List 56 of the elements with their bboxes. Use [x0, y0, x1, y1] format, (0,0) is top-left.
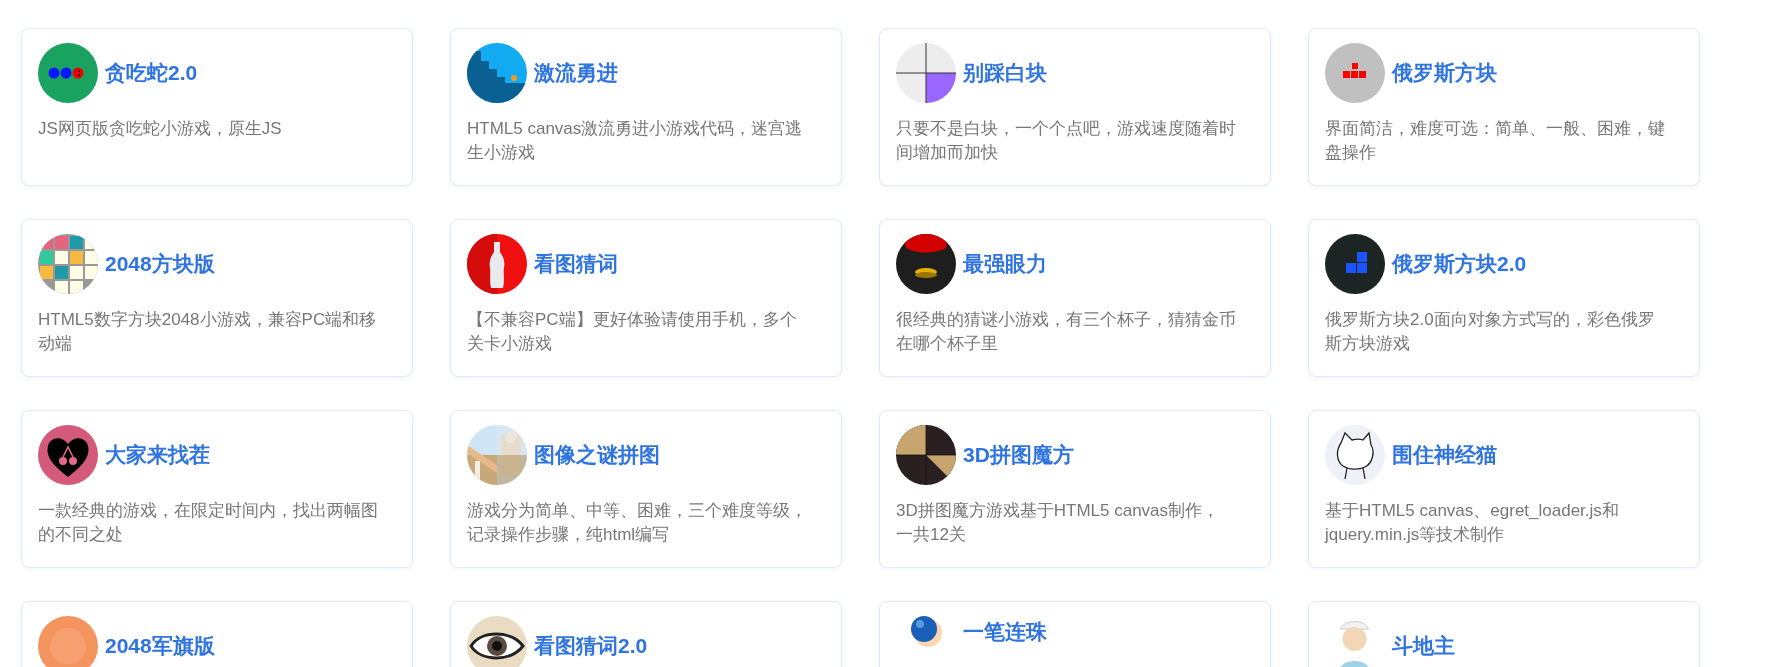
game-description: 游戏分为简单、中等、困难，三个难度等级，记录操作步骤，纯html编写	[467, 500, 807, 546]
badge-icon	[38, 616, 98, 667]
snake-icon	[38, 43, 98, 103]
game-title[interactable]: 看图猜词2.0	[534, 632, 648, 660]
eye-icon	[467, 616, 527, 667]
game-title[interactable]: 图像之谜拼图	[534, 441, 660, 469]
game-title[interactable]: 俄罗斯方块2.0	[1392, 250, 1527, 278]
game-title[interactable]: 3D拼图魔方	[963, 441, 1074, 469]
game-title[interactable]: 2048军旗版	[105, 632, 215, 660]
game-title[interactable]: 看图猜词	[534, 250, 618, 278]
cube-icon	[896, 425, 956, 485]
game-title[interactable]: 贪吃蛇2.0	[105, 59, 198, 87]
game-card[interactable]: 俄罗斯方块2.0 俄罗斯方块2.0面向对象方式写的，彩色俄罗斯方块游戏	[1308, 219, 1700, 377]
game-title[interactable]: 俄罗斯方块	[1392, 59, 1497, 87]
game-title[interactable]: 斗地主	[1392, 632, 1455, 660]
game-card[interactable]: 3D拼图魔方 3D拼图魔方游戏基于HTML5 canvas制作，一共12关	[879, 410, 1271, 568]
game-description: 只要不是白块，一个个点吧，游戏速度随着时间增加而加快	[896, 118, 1236, 164]
game-description: 界面简洁，难度可选：简单、一般、困难，键盘操作	[1325, 118, 1665, 164]
game-description: 基于HTML5 canvas、egret_loader.js和jquery.min.js等技术制作	[1325, 500, 1620, 546]
game-card[interactable]: 2048方块版 HTML5数字方块2048小游戏，兼容PC端和移动端	[21, 219, 413, 377]
game-description: HTML5 canvas激流勇进小游戏代码，迷宫逃生小游戏	[467, 118, 804, 164]
game-card[interactable]: 2048军旗版	[21, 601, 413, 667]
person-icon	[1338, 619, 1371, 667]
game-title[interactable]: 围住神经猫	[1392, 441, 1497, 469]
game-card[interactable]: 激流勇进 HTML5 canvas激流勇进小游戏代码，迷宫逃生小游戏	[450, 28, 842, 186]
game-description: HTML5数字方块2048小游戏，兼容PC端和移动端	[38, 309, 378, 355]
stairs-icon	[467, 43, 527, 103]
game-card[interactable]: 一笔连珠	[879, 601, 1271, 667]
game-card[interactable]: 看图猜词2.0	[450, 601, 842, 667]
bottle-icon	[467, 234, 527, 294]
game-description: 很经典的猜谜小游戏，有三个杯子，猜猜金币在哪个杯子里	[896, 309, 1236, 355]
game-description: 【不兼容PC端】更好体验请使用手机，多个关卡小游戏	[467, 309, 798, 355]
grid-icon	[38, 234, 98, 294]
game-card[interactable]: 围住神经猫 基于HTML5 canvas、egret_loader.js和jquery.min.js等技术制作	[1308, 410, 1700, 568]
game-card[interactable]: 最强眼力 很经典的猜谜小游戏，有三个杯子，猜猜金币在哪个杯子里	[879, 219, 1271, 377]
game-card[interactable]: 斗地主	[1308, 601, 1700, 667]
game-description: 一款经典的游戏，在限定时间内，找出两幅图的不同之处	[38, 500, 378, 546]
cup-icon	[896, 234, 956, 294]
game-title[interactable]: 最强眼力	[963, 250, 1047, 278]
game-card[interactable]: 图像之谜拼图 游戏分为简单、中等、困难，三个难度等级，记录操作步骤，纯html编写	[450, 410, 842, 568]
game-description: 3D拼图魔方游戏基于HTML5 canvas制作，一共12关	[896, 500, 1221, 546]
game-title[interactable]: 一笔连珠	[963, 618, 1047, 646]
game-title[interactable]: 2048方块版	[105, 250, 215, 278]
game-card[interactable]: 别踩白块 只要不是白块，一个个点吧，游戏速度随着时间增加而加快	[879, 28, 1271, 186]
game-title[interactable]: 大家来找茬	[105, 441, 210, 469]
game-title[interactable]: 别踩白块	[963, 59, 1047, 87]
blocks-icon	[1325, 234, 1385, 294]
ball-icon	[911, 616, 942, 648]
game-title[interactable]: 激流勇进	[534, 59, 618, 87]
game-card[interactable]: 贪吃蛇2.0 JS网页版贪吃蛇小游戏，原生JS	[21, 28, 413, 186]
game-card[interactable]: 俄罗斯方块 界面简洁，难度可选：简单、一般、困难，键盘操作	[1308, 28, 1700, 186]
game-card[interactable]: 看图猜词 【不兼容PC端】更好体验请使用手机，多个关卡小游戏	[450, 219, 842, 377]
game-description: 俄罗斯方块2.0面向对象方式写的，彩色俄罗斯方块游戏	[1325, 309, 1656, 355]
game-card[interactable]: 大家来找茬 一款经典的游戏，在限定时间内，找出两幅图的不同之处	[21, 410, 413, 568]
game-description: JS网页版贪吃蛇小游戏，原生JS	[38, 118, 283, 140]
blocks-icon	[1325, 43, 1385, 103]
